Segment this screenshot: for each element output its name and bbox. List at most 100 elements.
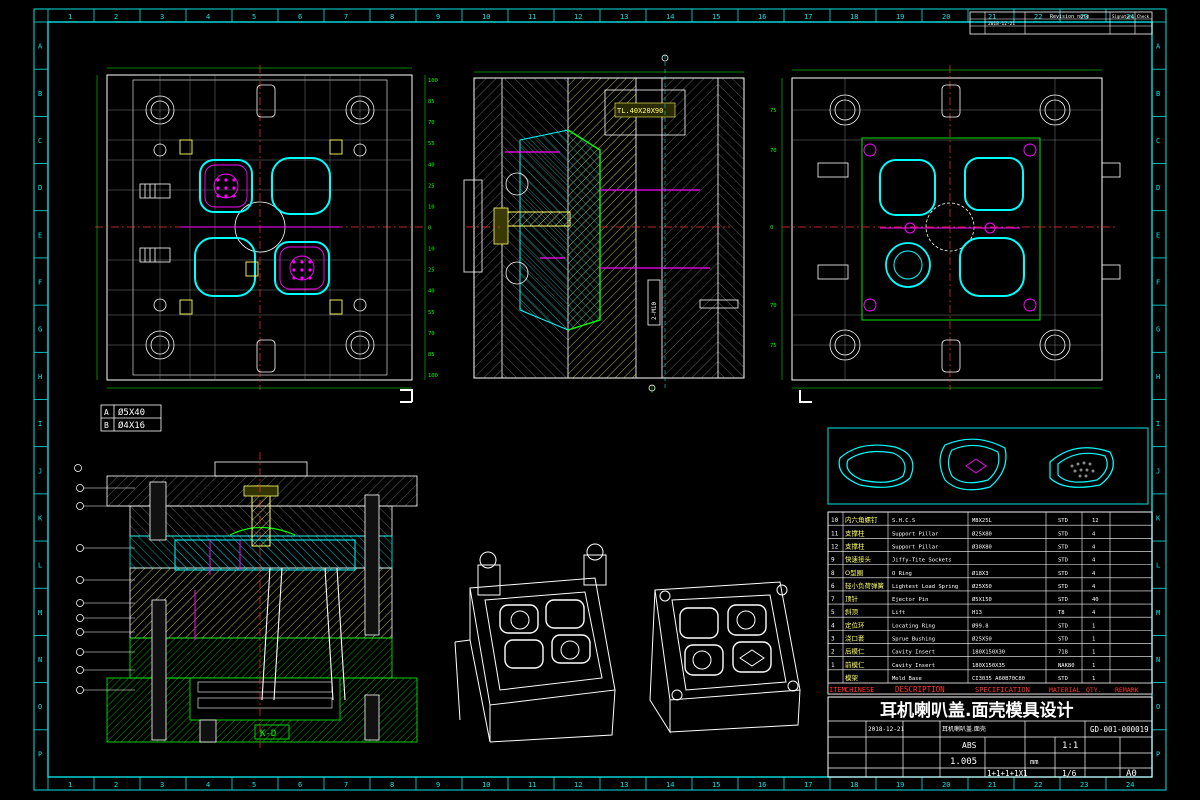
row-marker-left: K <box>38 514 43 522</box>
section-view-lower: K-D <box>74 452 418 750</box>
bom-chinese-name: 轻小负荷弹簧 <box>845 581 885 590</box>
bom-description: Cavity Insert <box>892 650 935 656</box>
column-marker-top: 18 <box>850 13 858 21</box>
column-marker-top: 21 <box>988 13 996 21</box>
title-material: ABS <box>962 741 977 750</box>
bom-item-no: 10 <box>831 517 839 524</box>
hole-table-value-a: Ø5X40 <box>118 407 145 418</box>
bom-description: Sprue Bushing <box>892 637 935 643</box>
plan-dimension-label: 40 <box>428 162 435 168</box>
bom-row: 11 支撑柱 Support Pillar Ø25X80 STD 4 <box>831 528 1096 537</box>
bom-description: Support Pillar <box>892 531 939 537</box>
bom-item-no: 2 <box>831 649 835 656</box>
plan-dimension-label: 100 <box>428 78 438 84</box>
hole-table-value-b: Ø4X16 <box>118 420 145 431</box>
column-marker-bottom: 16 <box>758 781 766 789</box>
plan-dimension-label: 85 <box>428 352 435 358</box>
bom-chinese-name: 支撑柱 <box>845 541 865 550</box>
bom-description: Support Pillar <box>892 544 939 550</box>
bom-qty: 40 <box>1092 597 1099 603</box>
column-marker-bottom: 23 <box>1080 781 1088 789</box>
column-marker-bottom: 14 <box>666 781 674 789</box>
plan-right-dimension-labels: 75 70 0 70 75 <box>770 108 777 349</box>
frame-column-markers-top: 1 2 3 4 5 6 7 8 9 10 11 12 13 14 15 16 17 18 19 20 21 22 23 24 <box>47 9 1134 22</box>
row-marker-left: B <box>38 90 42 98</box>
bom-row: 12 支撑柱 Support Pillar Ø30X80 STD 4 <box>831 541 1096 550</box>
bom-header-remark: REMARK <box>1115 686 1139 694</box>
bom-header-chinese: CHINESE <box>845 686 875 694</box>
row-marker-right: P <box>1156 750 1160 758</box>
bom-specification: Ø18X3 <box>972 570 989 577</box>
row-marker-left: G <box>38 326 42 334</box>
part-balloon <box>76 648 84 656</box>
title-drawing-number: GD-001-000019 <box>1090 725 1149 734</box>
bom-row: 9 快速接头 Jiffy-Tite Sockets STD 4 <box>831 555 1096 564</box>
bom-material: NAK80 <box>1058 663 1075 669</box>
row-marker-left: F <box>38 279 42 287</box>
revision-signature-label: Signature <box>1112 14 1134 19</box>
cad-drawing-sheet: 1 2 3 4 5 6 7 8 9 10 11 12 13 14 15 16 17 18 19 20 21 22 23 24 … <box>33 8 1167 791</box>
bom-chinese-name: 前模仁 <box>845 660 865 669</box>
section-part-label-screw: 2-M10 <box>651 302 658 320</box>
bom-specification: CI3035 A60B70C80 <box>972 676 1025 682</box>
row-marker-left: I <box>38 420 42 428</box>
bom-qty: 1 <box>1092 637 1095 643</box>
column-marker-top: 10 <box>482 13 490 21</box>
bom-row: 4 定位环 Locating Ring Ø99.8 STD 1 <box>831 620 1095 629</box>
part-balloon <box>76 599 84 607</box>
row-marker-right: K <box>1156 514 1161 522</box>
plan-right-dimension-label: 70 <box>770 303 777 309</box>
plan-dimension-label: 85 <box>428 99 435 105</box>
bom-row: 10 内六角螺钉 S.H.C.S M8X25L STD 12 <box>831 515 1099 524</box>
plan-dimension-label: 100 <box>428 373 438 379</box>
row-marker-left: D <box>38 184 42 192</box>
row-marker-right: D <box>1156 184 1160 192</box>
bom-material: STD <box>1058 597 1068 603</box>
column-marker-top: 9 <box>436 13 440 21</box>
column-marker-top: 11 <box>528 13 536 21</box>
bom-material: 718 <box>1058 650 1068 656</box>
bom-qty: 4 <box>1092 610 1096 616</box>
plan-dimension-label: 70 <box>428 331 435 337</box>
bom-specification: 180X150X30 <box>972 650 1005 656</box>
section-view-top: TL.40X20X90 2-M10 <box>463 54 745 393</box>
row-marker-right: C <box>1156 137 1160 145</box>
bom-item-no: 8 <box>831 570 835 577</box>
revision-note-label: Revision note <box>1050 14 1089 20</box>
plan-dimension-label: 10 <box>428 247 435 253</box>
bom-material: T8 <box>1058 610 1065 616</box>
part-balloon <box>76 576 84 584</box>
bom-row: 1 前模仁 Cavity Insert 180X150X35 NAK80 1 <box>831 660 1095 669</box>
bom-row: 2 后模仁 Cavity Insert 180X150X30 718 1 <box>831 647 1095 656</box>
column-marker-top: 17 <box>804 13 812 21</box>
bom-chinese-name: 模架 <box>845 673 859 682</box>
bom-qty: 1 <box>1092 623 1095 629</box>
plan-right-dimension-label: 70 <box>770 148 777 154</box>
title-part-name: 耳机喇叭盖.面壳 <box>942 725 986 733</box>
column-marker-bottom: 5 <box>252 781 256 789</box>
bom-chinese-name: 斜顶 <box>845 607 859 616</box>
frame-row-markers-right: A B C D E F G H I J K L M N O P <box>1152 21 1166 758</box>
bom-item-no: 4 <box>831 622 835 629</box>
column-marker-top: 15 <box>712 13 720 21</box>
bom-material: STD <box>1058 637 1068 643</box>
title-scale: 1:1 <box>1062 741 1078 751</box>
row-marker-left: C <box>38 137 42 145</box>
mold-iso-view-left <box>454 543 616 743</box>
plan-dimension-label: 40 <box>428 289 435 295</box>
corner-mark-left <box>400 389 413 403</box>
bom-chinese-name: 顶针 <box>845 594 859 603</box>
column-marker-bottom: 3 <box>160 781 164 789</box>
title-sheet-size: A0 <box>1126 769 1137 779</box>
column-marker-bottom: 24 <box>1126 781 1134 789</box>
row-marker-left: O <box>38 703 42 711</box>
bom-header-specification: SPECIFICATION <box>975 686 1030 694</box>
column-marker-top: 12 <box>574 13 582 21</box>
column-marker-bottom: 18 <box>850 781 858 789</box>
column-marker-bottom: 1 <box>68 781 72 789</box>
bill-of-materials: 10 内六角螺钉 S.H.C.S M8X25L STD 1211 支撑柱 Support Pi… <box>827 511 1153 695</box>
column-marker-top: 4 <box>206 13 210 21</box>
plan-dimension-label: 55 <box>428 141 435 147</box>
bom-description: Lift <box>892 610 905 616</box>
plan-right-dimension-label: 0 <box>770 225 773 231</box>
